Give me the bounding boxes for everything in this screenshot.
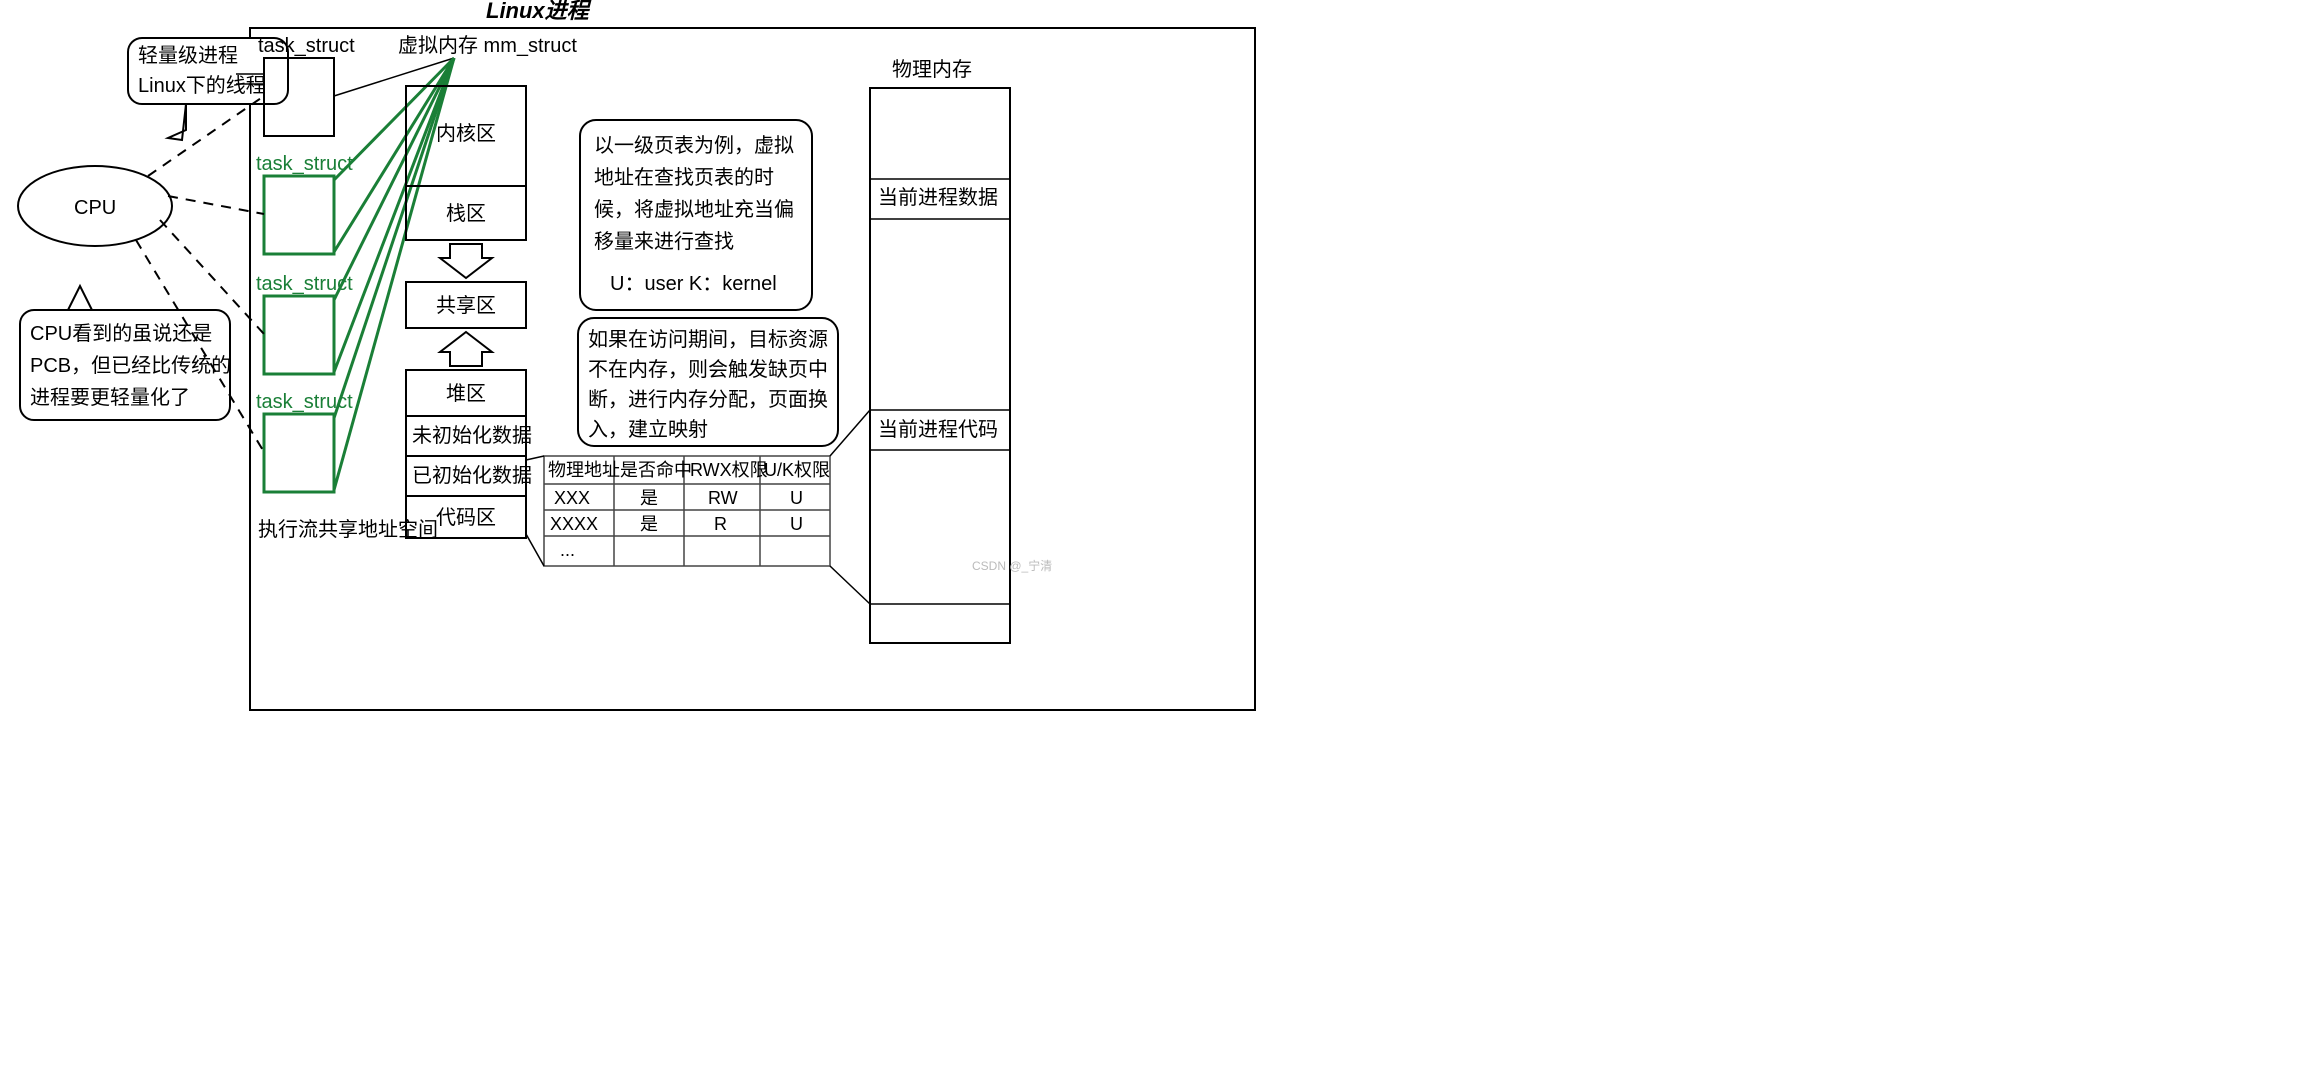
vm-kernel-label: 内核区 xyxy=(436,122,496,145)
bubble-cpu-note-tail xyxy=(68,286,92,310)
mm-struct-label: 虚拟内存 mm_struct xyxy=(398,34,577,57)
pt-r1c4: U xyxy=(790,514,803,534)
task-struct-label-0: task_struct xyxy=(258,35,355,57)
vm-bss-label: 未初始化数据 xyxy=(412,424,532,447)
note-pagetable-l3: 候，将虚拟地址充当偏 xyxy=(594,198,794,221)
note-pagetable-l2: 地址在查找页表的时 xyxy=(594,166,774,189)
pt-h4: U/K权限 xyxy=(764,460,830,480)
pt-r0c2: 是 xyxy=(640,488,658,508)
pt-r1c1: XXXX xyxy=(550,514,598,534)
pt-r2c1: ... xyxy=(560,540,575,560)
diagram-root: Linux进程 CPU 轻量级进程 Linux下的线程 CPU看到的虽说还是 P… xyxy=(0,0,1548,723)
arrow-down-icon xyxy=(440,244,492,278)
phys-mem-title: 物理内存 xyxy=(892,58,972,81)
bubble-thread-l2: Linux下的线程 xyxy=(138,74,266,97)
vm-data-label: 已初始化数据 xyxy=(412,464,532,487)
conn-pt-phys-bot xyxy=(830,566,870,604)
phys-data-label: 当前进程数据 xyxy=(878,186,998,209)
phys-code-label: 当前进程代码 xyxy=(878,418,998,441)
vm-heap-label: 堆区 xyxy=(446,382,486,405)
pt-h1: 物理地址 xyxy=(548,460,620,480)
vm-column: 内核区 栈区 共享区 堆区 未初始化数据 已初始化数据 代码区 xyxy=(406,86,532,538)
bubble-cpu-note-l2: PCB，但已经比传统的 xyxy=(30,354,231,377)
conn-vm-text-pt-bot xyxy=(526,534,544,566)
vm-stack-label: 栈区 xyxy=(446,202,486,225)
bubble-cpu-note-l1: CPU看到的虽说还是 xyxy=(30,322,212,345)
conn-task2-mm-b xyxy=(334,58,454,372)
vm-text-label: 代码区 xyxy=(436,506,496,529)
task-struct-label-1: task_struct xyxy=(256,153,353,175)
pt-h2: 是否命中 xyxy=(620,460,692,480)
pt-r1c3: R xyxy=(714,514,727,534)
watermark: CSDN @_宁清 xyxy=(972,558,1052,573)
pt-r0c4: U xyxy=(790,488,803,508)
note-fault-l4: 入，建立映射 xyxy=(588,418,708,441)
cpu-label: CPU xyxy=(74,197,116,219)
dash-cpu-task0 xyxy=(148,96,264,176)
pt-r0c1: XXX xyxy=(554,488,590,508)
note-fault-l2: 不在内存，则会触发缺页中 xyxy=(588,358,828,381)
conn-task2-mm-a xyxy=(334,58,454,300)
diagram-title: Linux进程 xyxy=(486,0,592,23)
arrow-up-icon xyxy=(440,332,492,366)
note-pagetable-l5: U：user K：kernel xyxy=(610,273,777,295)
task-struct-box-2 xyxy=(264,296,334,374)
note-pagetable-l4: 移量来进行查找 xyxy=(594,230,734,253)
task-struct-box-3 xyxy=(264,414,334,492)
page-table: 物理地址 是否命中 RWX权限 U/K权限 XXX 是 RW U XXXX 是 … xyxy=(544,456,830,566)
conn-task3-mm-a xyxy=(334,58,454,418)
note-pagetable-l1: 以一级页表为例，虚拟 xyxy=(594,134,794,157)
note-fault-l1: 如果在访问期间，目标资源 xyxy=(588,328,828,351)
task-struct-box-1 xyxy=(264,176,334,254)
bubble-cpu-note-l3: 进程要更轻量化了 xyxy=(30,386,190,409)
pt-h3: RWX权限 xyxy=(690,460,768,480)
bubble-thread-l1: 轻量级进程 xyxy=(138,44,238,67)
conn-vm-data-pt-top xyxy=(526,456,544,460)
vm-shared-label: 共享区 xyxy=(436,294,496,317)
pt-r1c2: 是 xyxy=(640,514,658,534)
pt-r0c3: RW xyxy=(708,488,738,508)
bubble-thread-tail xyxy=(168,104,186,140)
note-fault-l3: 断，进行内存分配，页面换 xyxy=(588,388,828,411)
